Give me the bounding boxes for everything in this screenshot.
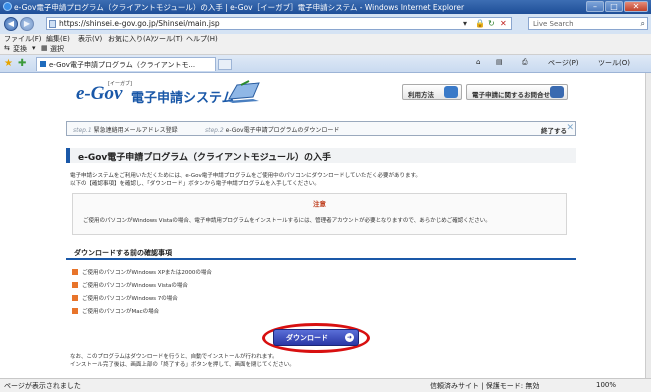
- notice-title: 注意: [313, 200, 326, 208]
- menu-edit[interactable]: 編集(E): [46, 34, 70, 44]
- arrow-bullet-icon: [72, 282, 78, 288]
- status-text: ページが表示されました: [4, 382, 81, 390]
- security-zone[interactable]: 信頼済みサイト | 保護モード: 無効: [430, 381, 539, 391]
- refresh-icon[interactable]: ↻: [488, 19, 495, 28]
- lock-icon[interactable]: 🔒: [475, 19, 485, 28]
- page-icon: [49, 20, 56, 28]
- laptop-icon: [227, 80, 260, 103]
- tab-active[interactable]: e-Gov電子申請プログラム（クライアントモ...: [36, 57, 216, 71]
- title-bar: e-Gov電子申請プログラム（クライアントモジュール）の入手 | e-Gov［イ…: [0, 0, 651, 14]
- egov-favicon: [40, 61, 46, 67]
- footer-note: なお、このプログラムはダウンロードを行うと、自動でインストールが行われます。 イ…: [70, 354, 295, 368]
- add-favorites-icon[interactable]: ✚: [18, 58, 26, 69]
- maximize-button[interactable]: □: [605, 1, 623, 12]
- tools-menu[interactable]: ツール(O): [598, 58, 630, 68]
- section-heading: ダウンロードする前の確認事項: [66, 246, 576, 260]
- arrow-bullet-icon: [72, 295, 78, 301]
- tab-bar: ★ ✚ e-Gov電子申請プログラム（クライアントモ... ⌂ ▤ ⎙ ページ(…: [0, 55, 651, 73]
- notice-box: 注意 ご使用のパソコンがWindows Vistaの場合、電子申請用プログラムを…: [72, 193, 567, 235]
- address-toolbar: ◀ ▶ https://shinsei.e-gov.go.jp/Shinsei/…: [0, 14, 651, 34]
- finish-button[interactable]: 終了する: [541, 125, 567, 135]
- minimize-button[interactable]: –: [586, 1, 604, 12]
- menu-bar: ファイル(F) 編集(E) 表示(V) お気に入り(A) ツール(T) ヘルプ(…: [0, 34, 651, 44]
- download-button[interactable]: ダウンロード ➜: [273, 329, 359, 346]
- notice-body: ご使用のパソコンがWindows Vistaの場合、電子申請用プログラムをインス…: [83, 218, 491, 224]
- new-tab-button[interactable]: [218, 59, 232, 70]
- system-title: 電子申請システム: [131, 91, 235, 106]
- tab-label: e-Gov電子申請プログラム（クライアントモ...: [49, 61, 196, 69]
- phone-icon: [550, 86, 564, 98]
- stop-icon[interactable]: ✕: [500, 19, 507, 28]
- back-button[interactable]: ◀: [4, 17, 18, 31]
- vertical-scrollbar[interactable]: [645, 73, 651, 378]
- arrow-circle-icon: ➜: [345, 333, 354, 342]
- arrow-bullet-icon: [72, 308, 78, 314]
- browser-window: e-Gov電子申請プログラム（クライアントモジュール）の入手 | e-Gov［イ…: [0, 0, 651, 392]
- select-button[interactable]: 選択: [50, 44, 64, 54]
- menu-favorites[interactable]: お気に入り(A): [108, 34, 153, 44]
- favorites-star-icon[interactable]: ★: [4, 58, 13, 69]
- forward-button[interactable]: ▶: [20, 17, 34, 31]
- web-content: e-Gov [イーガブ] 電子申請システム 利用方法 電子申請に関するお問合せ …: [0, 73, 645, 378]
- search-icon[interactable]: ⌕: [641, 19, 645, 29]
- convert-icon: ⇆: [4, 44, 10, 52]
- step-1: step.1 緊急連絡用メールアドレス登録: [73, 127, 178, 134]
- print-icon[interactable]: ⎙: [522, 58, 528, 67]
- menu-file[interactable]: ファイル(F): [4, 34, 42, 44]
- step-2: step.2 e-Gov電子申請プログラムのダウンロード: [205, 127, 340, 134]
- close-x-icon[interactable]: ✕: [566, 123, 574, 133]
- menu-help[interactable]: ヘルプ(H): [186, 34, 218, 44]
- intro-text: 電子申請システムをご利用いただくためには、e-Gov電子申請プログラムをご使用中…: [70, 173, 421, 187]
- address-url: https://shinsei.e-gov.go.jp/Shinsei/main…: [59, 19, 220, 28]
- logo-kana: [イーガブ]: [108, 81, 132, 87]
- status-bar: ページが表示されました 信頼済みサイト | 保護モード: 無効 100%: [0, 378, 651, 392]
- window-title: e-Gov電子申請プログラム（クライアントモジュール）の入手 | e-Gov［イ…: [14, 3, 465, 12]
- usage-button[interactable]: 利用方法: [402, 84, 462, 100]
- menu-view[interactable]: 表示(V): [78, 34, 102, 44]
- ie-icon: [3, 2, 12, 11]
- inquiry-button[interactable]: 電子申請に関するお問合せ: [466, 84, 568, 100]
- dropdown-icon[interactable]: ▾: [463, 19, 467, 28]
- address-input[interactable]: https://shinsei.e-gov.go.jp/Shinsei/main…: [46, 17, 512, 30]
- close-button[interactable]: ✕: [624, 1, 648, 12]
- menu-tools[interactable]: ツール(T): [152, 34, 183, 44]
- convert-button[interactable]: 変換: [13, 44, 27, 54]
- zoom-level[interactable]: 100%: [596, 381, 616, 389]
- arrow-bullet-icon: [72, 269, 78, 275]
- page-menu[interactable]: ページ(P): [548, 58, 579, 68]
- page-heading: e-Gov電子申請プログラム（クライアントモジュール）の入手: [66, 148, 576, 163]
- search-placeholder: Live Search: [533, 20, 574, 28]
- links-bar: ⇆ 変換 ▾ ▦ 選択: [0, 44, 651, 55]
- search-box[interactable]: Live Search ⌕: [528, 17, 648, 30]
- select-icon: ▦: [41, 44, 48, 52]
- feeds-icon[interactable]: ▤: [496, 58, 503, 66]
- step-indicator: step.1 緊急連絡用メールアドレス登録 step.2 e-Gov電子申請プロ…: [66, 121, 576, 136]
- convert-dropdown-icon[interactable]: ▾: [32, 44, 36, 52]
- home-icon[interactable]: ⌂: [476, 58, 480, 66]
- question-icon: [444, 86, 458, 98]
